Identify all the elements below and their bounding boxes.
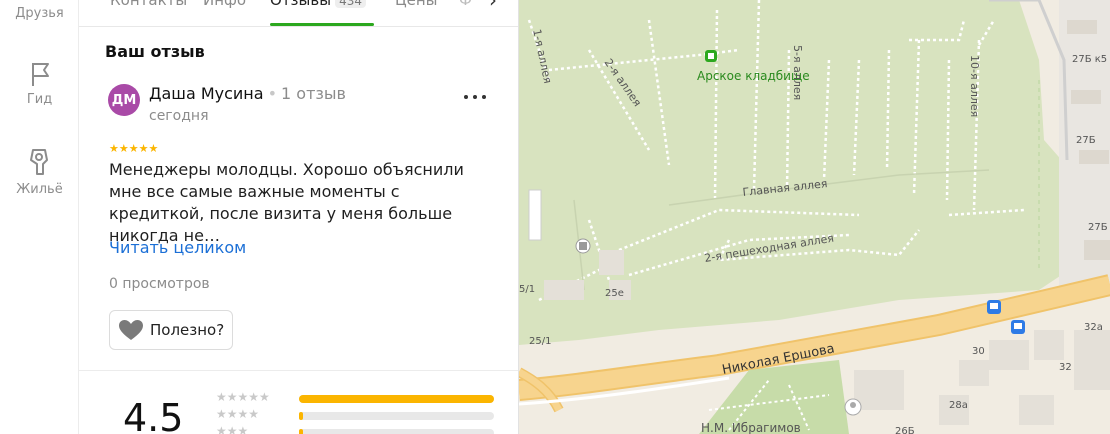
rail-item-guide[interactable]: Гид: [0, 60, 79, 107]
rating-bar-track: [299, 395, 494, 403]
reviews-panel: Контакты Инфо Отзывы 434 Цены Ф › Ваш отз…: [79, 0, 519, 434]
dot-icon: [464, 95, 468, 99]
heart-icon: [119, 320, 143, 340]
useful-label: Полезно?: [150, 321, 225, 339]
map-label-house: 25е: [605, 288, 624, 299]
rail-item-housing-label: Жильё: [16, 182, 63, 197]
bus-stop-icon[interactable]: [1011, 320, 1025, 334]
review-stars: ★★★★★: [109, 142, 158, 155]
more-options-button[interactable]: [462, 86, 488, 106]
map-label-street2: Н.М. Ибрагимов: [701, 421, 801, 434]
rail-item-housing[interactable]: Жильё: [0, 146, 79, 197]
rating-bar-stars-icon: ★★★★★: [216, 424, 270, 434]
tab-reviews-label: Отзывы: [270, 0, 332, 9]
tab-info[interactable]: Инфо: [203, 0, 246, 9]
star-icon: ★: [109, 142, 119, 155]
rating-bar-track: [299, 429, 494, 434]
rating-bar-fill: [299, 429, 303, 434]
author-review-count: 1 отзыв: [281, 84, 346, 103]
rail-item-friends[interactable]: Друзья: [0, 6, 79, 21]
tab-reviews-count: 434: [335, 0, 366, 8]
flag-icon: [31, 63, 49, 86]
map-label-alley5: 5-я аллея: [791, 45, 804, 100]
map-label-house: 27Б: [1076, 135, 1096, 146]
avatar[interactable]: ДМ: [108, 84, 140, 116]
section-title: Ваш отзыв: [105, 42, 205, 61]
rating-bar-fill: [299, 395, 494, 403]
rating-value: 4.5: [123, 396, 184, 434]
rating-bar-stars-icon: ★★★★★: [216, 407, 270, 421]
house-key-icon: [29, 149, 48, 175]
dot-icon: [473, 95, 477, 99]
map-canvas[interactable]: Арское кладбище 1-я аллея 2-я аллея 5-я …: [519, 0, 1110, 434]
map-label-house: 27Б: [1088, 222, 1108, 233]
divider: [79, 370, 518, 371]
active-tab-indicator: [270, 23, 374, 26]
review-text: Менеджеры молодцы. Хорошо объяснили мне …: [109, 160, 464, 245]
monument-marker-icon[interactable]: [844, 398, 862, 416]
rating-bar-track: [299, 412, 494, 420]
tabs-scroll-right-icon[interactable]: ›: [489, 0, 497, 12]
read-more-link[interactable]: Читать целиком: [109, 238, 246, 257]
rating-bar-stars-icon: ★★★★★: [216, 390, 270, 404]
dot-icon: [482, 95, 486, 99]
rail-item-friends-label: Друзья: [15, 6, 64, 21]
review-author: Даша Мусина • 1 отзыв: [149, 84, 346, 103]
map-label-house: 32а: [1084, 322, 1103, 333]
star-icon: ★: [138, 142, 149, 155]
map-label-house: 27Б к5: [1072, 54, 1107, 65]
cemetery-pin-icon[interactable]: [705, 50, 717, 62]
map-label-house: 32: [1059, 362, 1072, 373]
bus-stop-icon[interactable]: [987, 300, 1001, 314]
map-label-house: 30: [972, 346, 985, 357]
tab-bar: Контакты Инфо Отзывы 434 Цены Ф ›: [79, 0, 518, 27]
place-marker-icon[interactable]: [575, 238, 591, 254]
separator-dot: •: [267, 84, 278, 103]
map-label-house: 28а: [949, 400, 968, 411]
views-count: 0 просмотров: [109, 276, 210, 292]
rail-item-guide-label: Гид: [26, 92, 53, 107]
tab-prices[interactable]: Цены: [395, 0, 438, 9]
map-label-alley10: 10-я аллея: [968, 55, 981, 117]
left-rail: Друзья Гид Жильё: [0, 0, 79, 434]
map-label-house: 26Б: [895, 426, 915, 434]
map-label-house: 25/1: [529, 336, 551, 347]
map-label-house: 5/1: [519, 284, 535, 295]
tab-reviews[interactable]: Отзывы 434: [270, 0, 366, 9]
tab-contacts[interactable]: Контакты: [110, 0, 187, 9]
review-date: сегодня: [149, 108, 209, 124]
author-name[interactable]: Даша Мусина: [149, 84, 264, 103]
map[interactable]: Арское кладбище 1-я аллея 2-я аллея 5-я …: [519, 0, 1110, 434]
star-icon: ★: [118, 142, 129, 155]
star-icon: ★: [128, 142, 139, 155]
star-icon: ★: [148, 142, 159, 155]
rating-bar-fill: [299, 412, 303, 420]
tab-more[interactable]: Ф: [459, 0, 472, 9]
useful-button[interactable]: Полезно?: [109, 310, 234, 350]
